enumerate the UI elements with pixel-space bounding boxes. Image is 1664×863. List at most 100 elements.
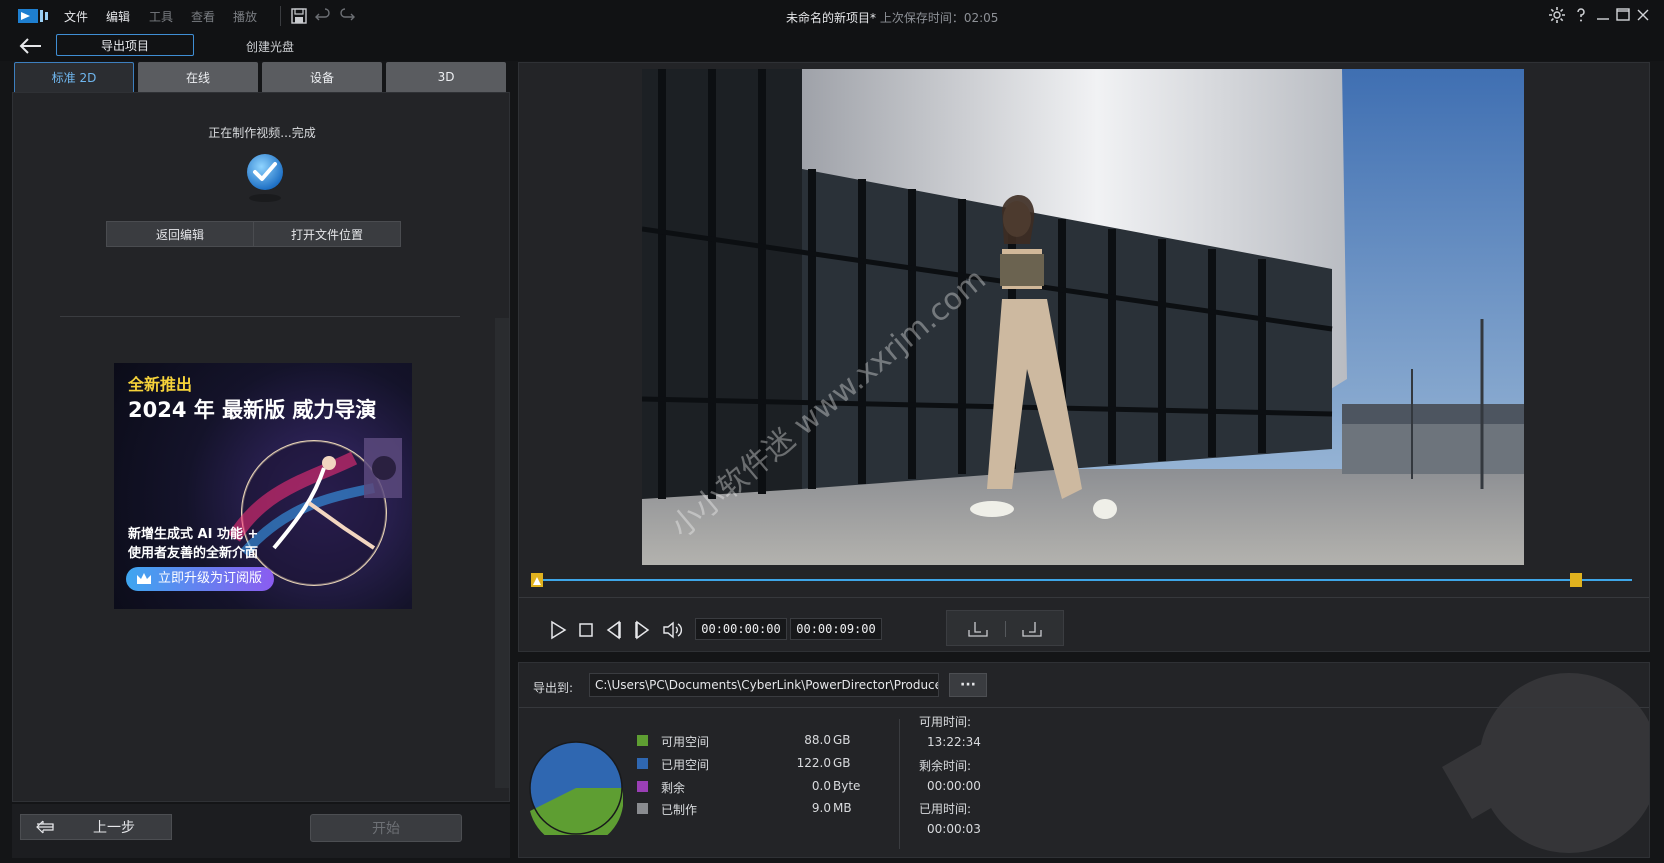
ad-body-line: 新增生成式 AI 功能 +: [128, 527, 259, 542]
ad-body-line: 使用者友善的全新介面: [128, 546, 259, 561]
maximize-icon[interactable]: [1614, 6, 1632, 24]
previous-step-label: 上一步: [93, 820, 135, 836]
undo-icon[interactable]: [313, 6, 333, 26]
play-icon[interactable]: [547, 619, 569, 641]
film-reel-decoration-icon: [1442, 673, 1649, 853]
elapsed-time-value: 00:00:03: [927, 822, 981, 836]
legend-swatch: [637, 781, 648, 792]
project-title: 未命名的新项目* 上次保存时间：02:05: [786, 9, 998, 26]
preview-panel: 小小软件迷 www.xxrjm.com 00:00:00:00 00:00:09…: [518, 62, 1650, 652]
minimize-icon[interactable]: [1594, 6, 1612, 24]
menu-playback[interactable]: 播放: [233, 8, 257, 25]
tab-online[interactable]: 在线: [138, 62, 258, 92]
start-button[interactable]: 开始: [310, 814, 462, 842]
export-to-label: 导出到:: [533, 681, 574, 695]
elapsed-time-label: 已用时间:: [919, 802, 972, 816]
next-frame-icon[interactable]: [631, 619, 653, 641]
volume-icon[interactable]: [661, 619, 683, 641]
video-preview[interactable]: 小小软件迷 www.xxrjm.com: [642, 69, 1524, 565]
previous-step-button[interactable]: 上一步: [20, 814, 172, 840]
legend-name: 可用空间: [661, 735, 710, 749]
available-time-label: 可用时间:: [919, 715, 972, 729]
ad-headline: 2024 年 最新版 威力导演: [128, 398, 377, 422]
timeline-scrubber[interactable]: [531, 573, 1638, 587]
export-path-field[interactable]: C:\Users\PC\Documents\CyberLink\PowerDir…: [589, 673, 939, 697]
menu-tools[interactable]: 工具: [149, 8, 173, 25]
disk-space-pie-chart: [529, 741, 623, 835]
timeline-track[interactable]: [537, 579, 1632, 581]
remaining-time-label: 剩余时间:: [919, 759, 972, 773]
menu-view[interactable]: 查看: [191, 8, 215, 25]
duration-timecode: 00:00:09:00: [790, 618, 882, 640]
save-icon[interactable]: [289, 6, 309, 26]
tab-export-project[interactable]: 导出项目: [56, 34, 194, 56]
toolbar-divider: [280, 6, 281, 26]
tab-standard-2d[interactable]: 标准 2D: [14, 62, 134, 92]
legend-name: 已制作: [661, 803, 698, 817]
production-content: 正在制作视频...完成 返回编辑 打开文件位置 全新推出 2024 年 最新版 …: [12, 92, 510, 802]
powerdirector-logo-icon: [18, 9, 48, 23]
legend-value: 0.0: [811, 779, 831, 793]
available-time-value: 13:22:34: [927, 735, 981, 749]
upgrade-ad-banner[interactable]: 全新推出 2024 年 最新版 威力导演 新增生成式 AI 功能 + 使用者友善…: [114, 363, 412, 609]
browse-button[interactable]: ···: [949, 673, 987, 697]
ad-kicker: 全新推出: [128, 375, 193, 394]
scrollbar[interactable]: [495, 318, 509, 788]
mark-controls: [946, 610, 1064, 646]
production-panel: 标准 2D 在线 设备 3D 正在制作视频...完成 返回编辑 打开文件位置 全…: [12, 62, 510, 858]
close-icon[interactable]: [1634, 6, 1652, 24]
legend-unit: MB: [833, 801, 852, 815]
legend-value: 9.0: [811, 801, 831, 815]
legend-swatch: [637, 735, 648, 746]
tab-create-disc[interactable]: 创建光盘: [246, 38, 294, 55]
menu-edit[interactable]: 编辑: [106, 8, 130, 25]
settings-gear-icon[interactable]: [1548, 6, 1566, 24]
divider: [519, 597, 1649, 598]
legend-name: 已用空间: [661, 758, 710, 772]
project-name: 未命名的新项目*: [786, 11, 877, 25]
divider: [1005, 621, 1006, 637]
current-timecode: 00:00:00:00: [695, 618, 787, 640]
open-file-location-button[interactable]: 打开文件位置: [253, 221, 401, 247]
help-icon[interactable]: [1572, 6, 1590, 24]
legend-remaining: 剩余 0.0 Byte: [637, 779, 867, 797]
mark-out-handle-icon[interactable]: [1570, 573, 1582, 587]
legend-swatch: [637, 803, 648, 814]
stop-icon[interactable]: [575, 619, 597, 641]
redo-icon[interactable]: [337, 6, 357, 26]
menu-file[interactable]: 文件: [64, 8, 88, 25]
production-status: 正在制作视频...完成: [208, 126, 316, 140]
checkmark-done-icon: [247, 154, 283, 202]
upgrade-subscription-button[interactable]: 立即升级为订阅版: [126, 567, 275, 591]
legend-unit: Byte: [833, 779, 861, 793]
legend-produced: 已制作 9.0 MB: [637, 801, 867, 819]
left-arrow-icon: [36, 820, 54, 834]
remaining-time-value: 00:00:00: [927, 779, 981, 793]
legend-unit: GB: [833, 756, 851, 770]
previous-frame-icon[interactable]: [603, 619, 625, 641]
tab-3d[interactable]: 3D: [386, 62, 506, 92]
crown-icon: [137, 573, 151, 584]
mark-out-icon[interactable]: [1021, 620, 1043, 638]
production-footer: 上一步 开始: [12, 804, 510, 858]
ad-body: 新增生成式 AI 功能 + 使用者友善的全新介面: [128, 525, 258, 563]
back-arrow-icon[interactable]: [18, 35, 44, 57]
legend-unit: GB: [833, 733, 851, 747]
legend-available-space: 可用空间 88.0 GB: [637, 733, 867, 751]
divider: [60, 316, 460, 317]
divider: [899, 719, 900, 849]
last-saved-text: 上次保存时间：02:05: [879, 11, 999, 25]
legend-value: 122.0: [796, 756, 831, 770]
tab-device[interactable]: 设备: [262, 62, 382, 92]
mark-in-handle-icon[interactable]: [531, 573, 543, 587]
divider: [519, 707, 1649, 708]
export-panel: 导出到: C:\Users\PC\Documents\CyberLink\Pow…: [518, 662, 1650, 858]
legend-name: 剩余: [661, 781, 686, 795]
legend-swatch: [637, 758, 648, 769]
legend-used-space: 已用空间 122.0 GB: [637, 756, 867, 774]
back-to-edit-button[interactable]: 返回编辑: [106, 221, 254, 247]
cta-label: 立即升级为订阅版: [158, 571, 263, 586]
mark-in-icon[interactable]: [967, 620, 989, 638]
mode-bar: 导出项目 创建光盘: [0, 33, 1664, 61]
legend-value: 88.0: [804, 733, 831, 747]
